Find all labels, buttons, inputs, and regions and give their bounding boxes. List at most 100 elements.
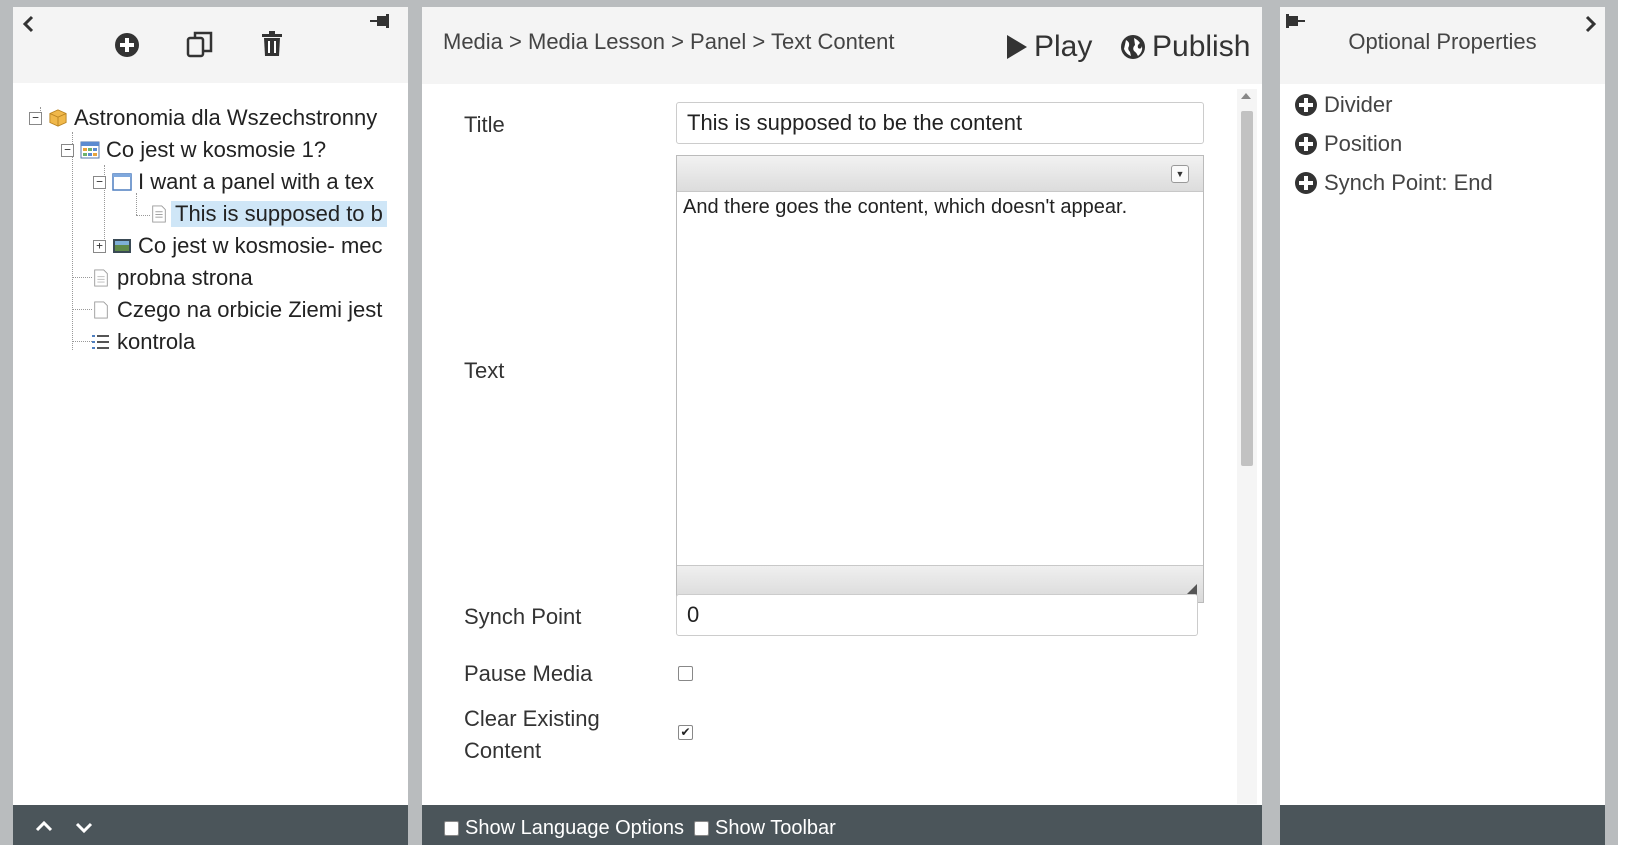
grid-page-icon [80,141,100,159]
chevron-right-icon [1585,15,1597,33]
plus-circle-icon [1295,172,1317,194]
tree-item-label: Astronomia dla Wszechstronny [74,105,378,130]
properties-editor-panel: Media > Media Lesson > Panel > Text Cont… [422,7,1262,845]
play-label: Play [1034,30,1093,63]
app-window: − Astronomia dla Wszechstronny − Co jest… [0,0,1626,862]
tree-item-label: Co jest w kosmosie- mec [138,233,383,258]
play-icon [1007,35,1027,59]
tree-item-label: kontrola [117,329,196,354]
tree-connector [72,341,92,342]
globe-icon [1121,35,1145,59]
chevron-left-icon [22,15,34,33]
optional-properties-panel: Optional Properties Divider Position Syn… [1280,7,1605,845]
tree-item-label: probna strona [117,265,253,290]
media-lesson-icon [113,239,131,253]
duplicate-node-button[interactable] [185,29,215,59]
tree-connector [72,277,92,278]
tree-item-label: This is supposed to b [171,201,387,227]
delete-node-button[interactable] [259,30,285,58]
add-position-property[interactable]: Position [1294,131,1402,157]
pin-panel-button[interactable] [1284,11,1306,31]
pin-icon [1286,14,1305,28]
rich-text-editor[interactable]: ▼ And there goes the content, which does… [676,155,1204,603]
window-edge [1618,0,1626,845]
form-scrollbar[interactable] [1237,89,1257,804]
clear-existing-label: Clear Existing Content [464,706,600,764]
collapse-right-panel-button[interactable] [1582,13,1600,35]
pin-icon [370,14,389,28]
pin-panel-button[interactable] [369,11,391,31]
plus-circle-icon [1295,133,1317,155]
show-toolbar-label: Show Toolbar [715,817,836,839]
show-language-options-checkbox[interactable] [444,821,459,836]
blank-page-icon [94,301,108,319]
tree-connector [136,215,150,216]
text-content-form: Title Text ▼ And there goes the content,… [422,84,1242,804]
title-label: Title [464,112,505,137]
tree-item-text-content-selected[interactable]: This is supposed to b [149,198,387,230]
property-label: Position [1324,131,1403,156]
property-label: Divider [1324,92,1393,117]
tree-item-media-lesson[interactable]: + Co jest w kosmosie- mec [93,230,383,262]
chevron-up-icon [35,820,53,832]
trash-icon [262,31,282,56]
tree-toolbar [13,7,408,83]
clear-existing-checkbox[interactable]: ✔ [678,725,693,740]
show-language-options-toggle[interactable]: Show Language Options [444,817,684,840]
publish-label: Publish [1152,30,1251,63]
text-label: Text [464,358,505,383]
editor-toolbar: ▼ [677,156,1203,192]
tree-item-page[interactable]: probna strona [91,262,253,294]
publish-button[interactable]: Publish [1120,30,1250,64]
plus-circle-icon [115,33,139,57]
tree-item-question-page[interactable]: Czego na orbicie Ziemi jest [91,294,382,326]
chevron-down-icon [75,822,93,834]
optional-properties-header: Optional Properties [1280,7,1605,84]
panel-icon [112,173,132,191]
move-down-button[interactable] [73,817,95,839]
play-button[interactable]: Play [1006,30,1092,64]
show-toolbar-toggle[interactable]: Show Toolbar [694,817,836,840]
add-node-button[interactable] [113,31,141,59]
editor-header: Media > Media Lesson > Panel > Text Cont… [422,7,1262,84]
tree-footer [13,805,408,845]
scroll-thumb[interactable] [1241,111,1253,466]
expand-icon[interactable]: + [93,239,106,253]
collapse-icon[interactable]: − [61,143,74,157]
show-toolbar-checkbox[interactable] [694,821,709,836]
copy-icon [186,31,213,58]
plus-circle-icon [1295,94,1317,116]
toolbar-dropdown-button[interactable]: ▼ [1171,165,1189,183]
scroll-up-icon[interactable] [1241,93,1251,99]
synch-point-label: Synch Point [464,604,582,629]
text-page-icon [152,205,166,223]
tree-item-course[interactable]: − Astronomia dla Wszechstronny [29,102,377,134]
add-divider-property[interactable]: Divider [1294,92,1392,118]
tree-item-panel[interactable]: − I want a panel with a tex [93,166,374,198]
tree-connector [72,309,92,310]
page-icon [94,269,108,287]
tree-item-label: Co jest w kosmosie 1? [106,137,327,162]
breadcrumb: Media > Media Lesson > Panel > Text Cont… [443,29,895,54]
tree-item-label: I want a panel with a tex [138,169,375,194]
synch-point-input[interactable] [676,594,1198,636]
collapse-left-panel-button[interactable] [19,13,37,35]
pause-media-checkbox[interactable] [678,666,693,681]
collapse-icon[interactable]: − [93,175,106,189]
optional-properties-footer [1280,805,1605,845]
content-tree-panel: − Astronomia dla Wszechstronny − Co jest… [13,7,408,845]
property-label: Synch Point: End [1324,170,1493,195]
editor-footer: Show Language Options Show Toolbar [422,805,1262,845]
collapse-icon[interactable]: − [29,111,42,125]
list-icon [92,335,109,349]
editor-content[interactable]: And there goes the content, which doesn'… [683,196,1197,219]
title-input[interactable] [676,102,1204,144]
package-icon [49,109,67,127]
add-synch-point-end-property[interactable]: Synch Point: End [1294,170,1493,196]
move-up-button[interactable] [33,815,55,837]
tree-item-quiz[interactable]: kontrola [91,326,195,358]
show-language-options-label: Show Language Options [465,817,685,839]
pause-media-label: Pause Media [464,661,593,686]
tree-item-label: Czego na orbicie Ziemi jest [117,297,383,322]
tree-item-lesson[interactable]: − Co jest w kosmosie 1? [61,134,326,166]
